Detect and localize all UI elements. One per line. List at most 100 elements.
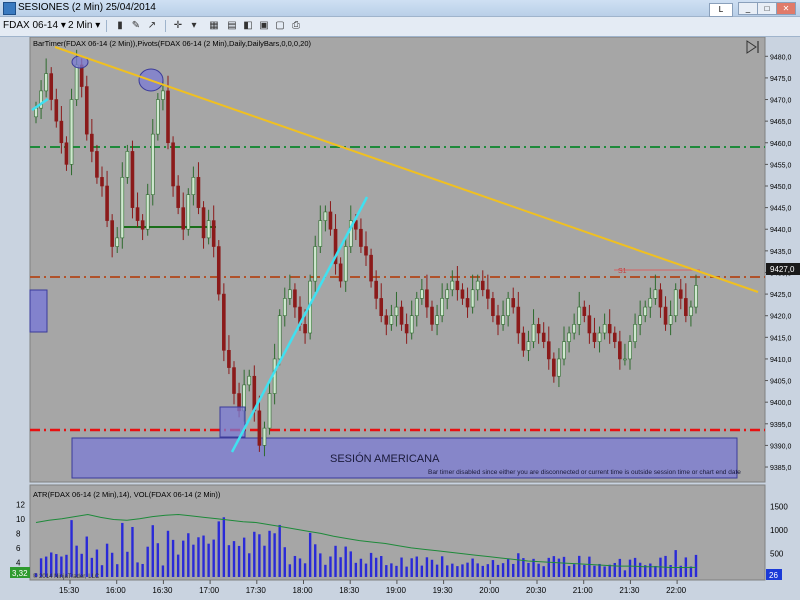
time-tick-label: 16:00: [106, 586, 127, 595]
volume-bar: [633, 557, 637, 577]
indicator-panel-label: ATR(FDAX 06-14 (2 Min),14), VOL(FDAX 06-…: [33, 490, 221, 499]
candle-body: [328, 211, 333, 230]
minimize-button[interactable]: _: [738, 2, 758, 15]
price-tick-label: 9390,0: [770, 443, 792, 450]
candle-body: [303, 324, 307, 334]
price-panel[interactable]: [29, 36, 766, 483]
volume-bar: [303, 563, 307, 577]
volume-bar: [400, 557, 403, 577]
maximize-button[interactable]: □: [757, 2, 777, 15]
candle-body: [694, 285, 698, 308]
volume-bar: [268, 530, 271, 577]
volume-bar: [161, 565, 165, 577]
candle-body: [247, 375, 252, 386]
volume-bar: [405, 566, 408, 577]
candle-body: [343, 246, 348, 282]
candle-body: [445, 289, 450, 299]
time-tick-label: 18:30: [339, 586, 360, 595]
candle-body: [262, 427, 267, 446]
candle-body: [450, 280, 455, 291]
chart-area[interactable]: 9480,0 9475,0 9470,0 9465,0 9460,0 9455,0 9450…: [0, 36, 800, 597]
volume-bar: [517, 553, 520, 577]
volume-tick-label: 1000: [770, 526, 788, 535]
candle-body: [161, 90, 165, 100]
candle-body: [130, 151, 135, 208]
indicator-panel[interactable]: [29, 484, 766, 581]
time-tick-label: 20:00: [479, 586, 500, 595]
close-button[interactable]: ✕: [776, 2, 796, 15]
strategies-icon[interactable]: ◧: [240, 19, 256, 33]
candle-body: [526, 341, 531, 351]
chevron-down-icon[interactable]: ▾: [186, 19, 202, 33]
chart-svg[interactable]: 9480,0 9475,0 9470,0 9465,0 9460,0 9455,0 9450…: [0, 36, 800, 597]
layout-button[interactable]: L: [709, 3, 733, 17]
volume-bar: [339, 557, 342, 577]
volume-bar: [95, 549, 99, 577]
templates-icon[interactable]: ▣: [256, 19, 272, 33]
price-tick-label: 9470,0: [770, 98, 792, 105]
time-tick-label: 20:30: [526, 586, 547, 595]
volume-bar: [451, 563, 454, 577]
interval-selector[interactable]: 2 Min ▾: [68, 19, 100, 33]
volume-bar: [694, 554, 698, 577]
candle-body: [64, 142, 69, 165]
volume-bar: [344, 546, 347, 577]
candle-body: [54, 99, 59, 122]
candle-body: [491, 298, 495, 317]
volume-bar: [613, 562, 616, 577]
candle-body: [135, 207, 140, 221]
candle-body: [110, 220, 114, 247]
price-tick-label: 9405,0: [770, 379, 792, 386]
bar-chart-icon[interactable]: ▮: [112, 19, 128, 33]
print-icon[interactable]: ⎙: [288, 19, 304, 33]
candle-body: [216, 246, 221, 295]
volume-bar: [542, 566, 545, 577]
crosshair-icon[interactable]: ✛: [170, 19, 186, 33]
properties-icon[interactable]: ▤: [224, 19, 240, 33]
candle-body: [389, 315, 394, 325]
volume-bar: [187, 533, 190, 577]
instrument-selector[interactable]: FDAX 06-14 ▾: [3, 19, 66, 33]
volume-bar: [131, 526, 134, 577]
candle-body: [222, 293, 226, 351]
candle-body: [501, 315, 505, 325]
volume-bar: [248, 553, 251, 577]
candle-body: [607, 324, 612, 334]
volume-bar: [176, 554, 180, 577]
volume-bar: [390, 563, 393, 577]
price-tick-label: 9420,0: [770, 314, 792, 321]
candle-body: [470, 289, 475, 308]
candle-body: [206, 220, 211, 239]
image-icon[interactable]: ▢: [272, 19, 288, 33]
pencil-icon[interactable]: ✎: [128, 19, 144, 33]
volume-bar: [562, 556, 566, 577]
volume-bar: [430, 559, 434, 577]
volume-bar: [547, 557, 550, 577]
draw-tool-icon[interactable]: ↗: [144, 19, 160, 33]
left-marker-box[interactable]: [29, 289, 48, 333]
atr-tick-label: 12: [16, 500, 25, 509]
candle-body: [74, 64, 79, 100]
time-tick-label: 21:30: [619, 586, 640, 595]
candle-body: [313, 246, 318, 282]
volume-bar: [618, 558, 622, 577]
volume-bar: [578, 555, 581, 577]
volume-bar: [334, 545, 337, 577]
volume-bar: [481, 565, 484, 577]
grid-icon[interactable]: ▦: [206, 19, 222, 33]
candle-body: [653, 289, 658, 299]
window-title: SESIONES (2 Min) 25/04/2014: [18, 2, 156, 13]
candle-body: [293, 289, 297, 308]
candle-body: [171, 142, 175, 187]
candle-body: [379, 298, 384, 317]
candle-body: [689, 306, 693, 317]
candle-body: [115, 237, 120, 247]
candle-body: [521, 332, 526, 351]
candle-body: [69, 99, 74, 165]
volume-bar: [440, 556, 444, 577]
volume-bar: [501, 563, 505, 577]
volume-bar: [456, 566, 459, 577]
atr-tick-label: 6: [16, 544, 21, 553]
candle-body: [288, 289, 292, 299]
volume-bar: [537, 563, 540, 577]
